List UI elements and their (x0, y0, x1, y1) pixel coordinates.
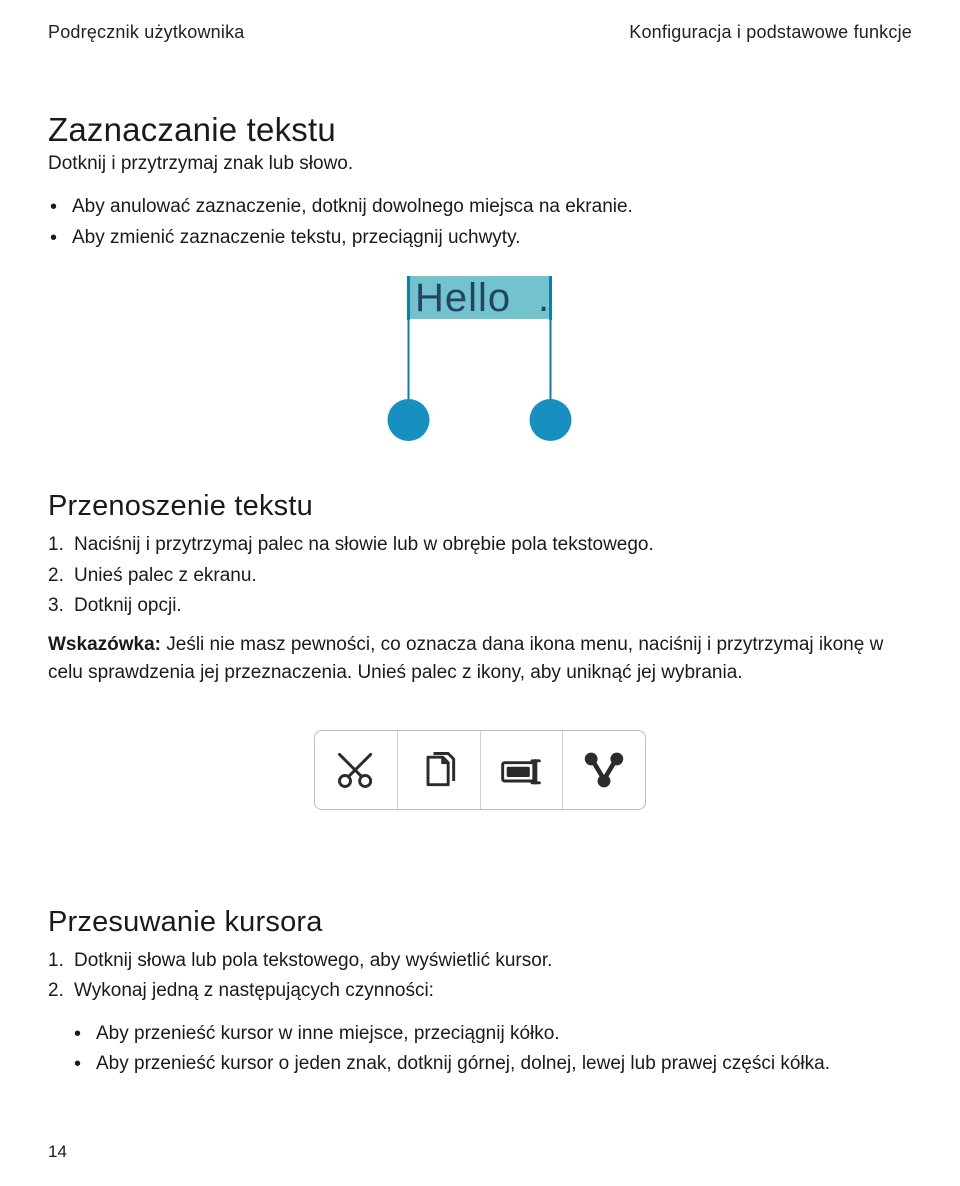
list-item: Aby przenieść kursor o jeden znak, dotkn… (72, 1050, 912, 1079)
hint-label: Wskazówka: (48, 634, 161, 655)
section-cursor-steps: Dotknij słowa lub pola tekstowego, aby w… (48, 947, 912, 1006)
section-select-bullets: Aby anulować zaznaczenie, dotknij dowoln… (48, 193, 912, 252)
selection-handles-figure: Hello . (368, 276, 592, 442)
section-cursor-subbullets: Aby przenieść kursor w inne miejsce, prz… (72, 1020, 912, 1079)
list-item: Naciśnij i przytrzymaj palec na słowie l… (48, 531, 912, 560)
section-move-hint: Wskazówka: Jeśli nie masz pewności, co o… (48, 631, 912, 688)
selection-sample-text: Hello (415, 276, 511, 320)
paste-icon (481, 731, 564, 809)
list-item: Dotknij opcji. (48, 592, 912, 621)
list-item: Wykonaj jedną z następujących czynności: (48, 977, 912, 1006)
svg-text:.: . (538, 276, 549, 320)
section-cursor-title: Przesuwanie kursora (48, 906, 912, 939)
list-item: Dotknij słowa lub pola tekstowego, aby w… (48, 947, 912, 976)
page-number: 14 (48, 1142, 67, 1162)
list-item: Aby anulować zaznaczenie, dotknij dowoln… (48, 193, 912, 222)
section-select-intro: Dotknij i przytrzymaj znak lub słowo. (48, 153, 912, 175)
header-left: Podręcznik użytkownika (48, 22, 245, 43)
section-move-steps: Naciśnij i przytrzymaj palec na słowie l… (48, 531, 912, 621)
list-item: Unieś palec z ekranu. (48, 562, 912, 591)
list-item: Aby zmienić zaznaczenie tekstu, przeciąg… (48, 224, 912, 253)
share-icon (563, 731, 645, 809)
header-right: Konfiguracja i podstawowe funkcje (629, 22, 912, 43)
hint-text: Jeśli nie masz pewności, co oznacza dana… (48, 634, 883, 684)
list-item: Aby przenieść kursor w inne miejsce, prz… (72, 1020, 912, 1049)
context-toolbar-figure (314, 730, 646, 810)
copy-icon (398, 731, 481, 809)
section-select-title: Zaznaczanie tekstu (48, 111, 912, 149)
page-header: Podręcznik użytkownika Konfiguracja i po… (48, 22, 912, 43)
section-move-title: Przenoszenie tekstu (48, 490, 912, 523)
cut-icon (315, 731, 398, 809)
